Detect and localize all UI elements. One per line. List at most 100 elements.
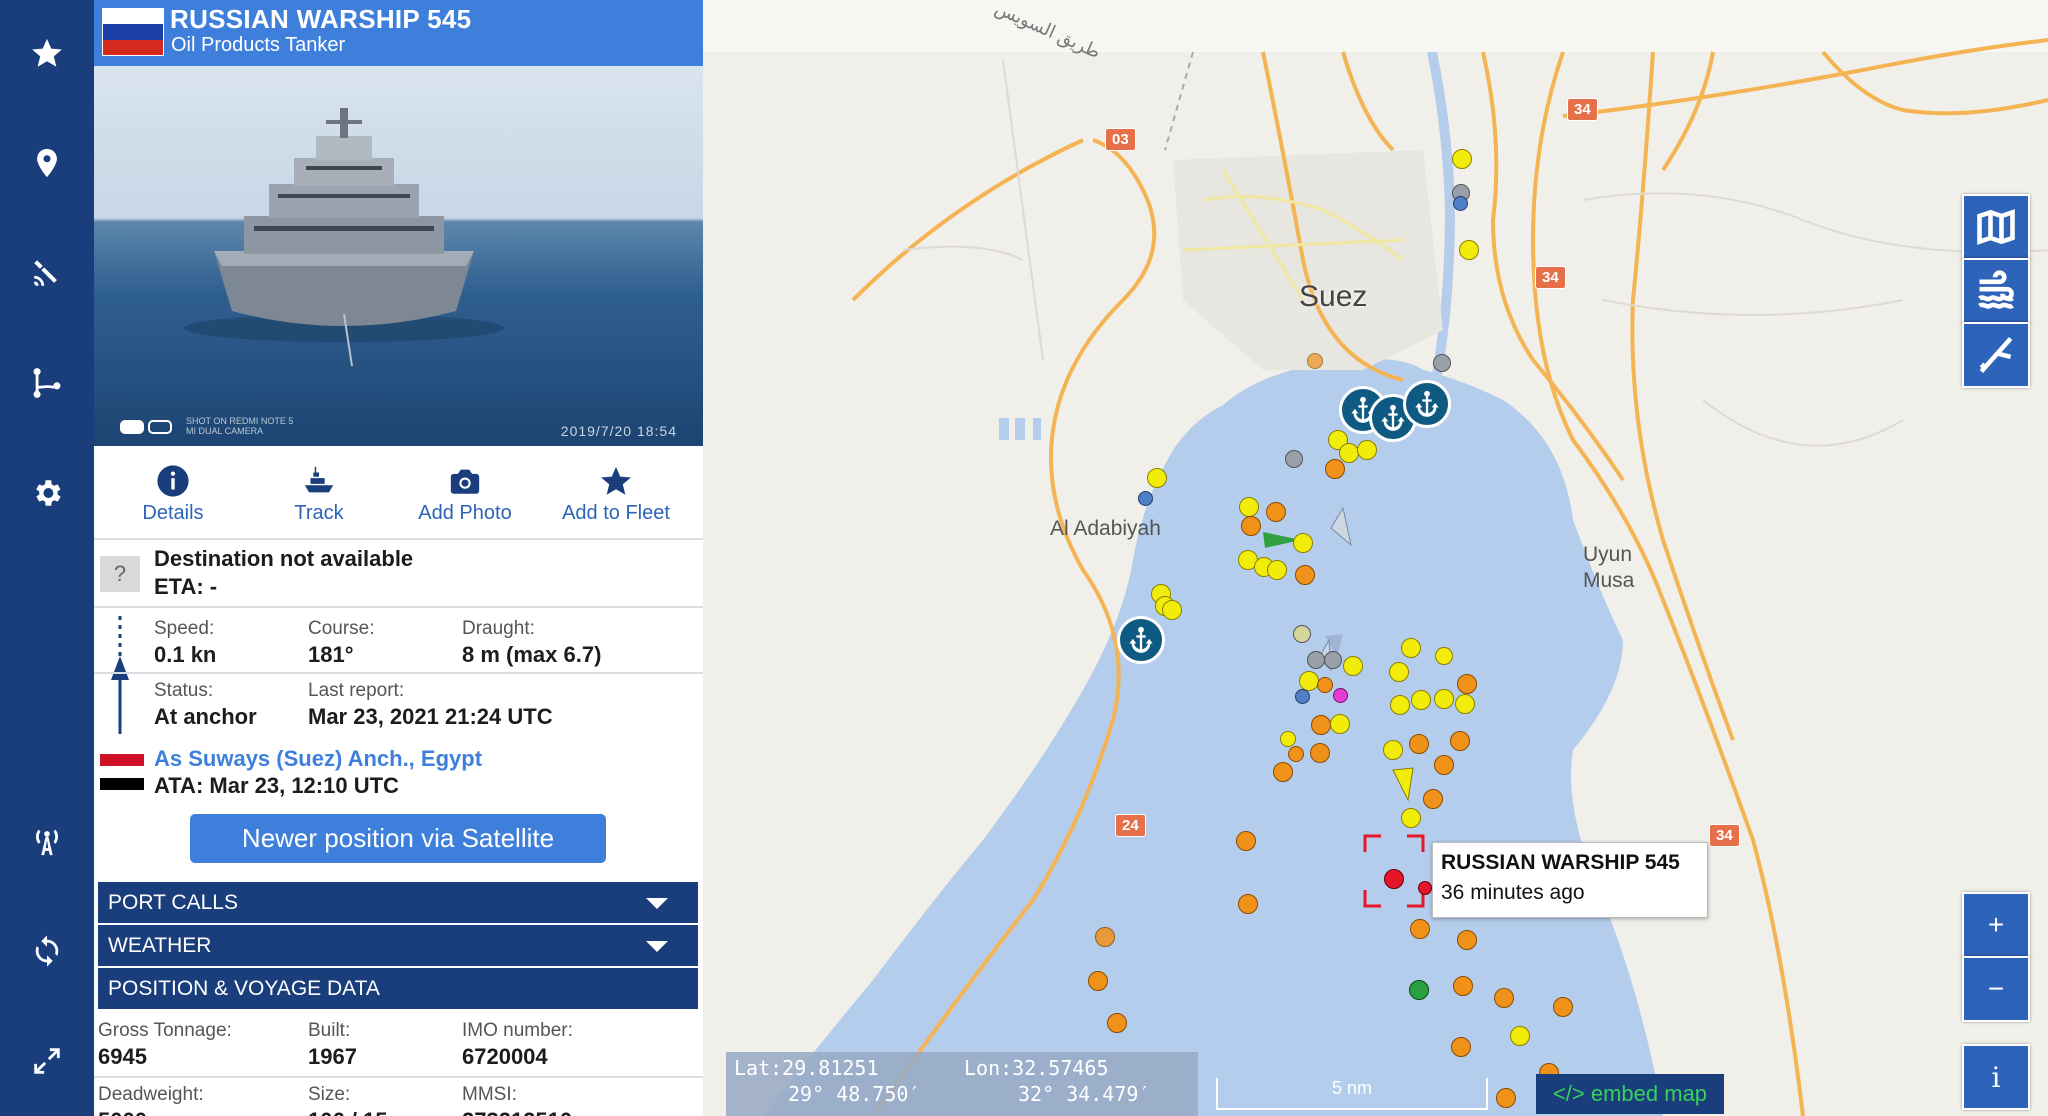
satellite-position-button[interactable]: Newer position via Satellite (190, 814, 606, 863)
embed-map-button[interactable]: </> embed map (1536, 1074, 1724, 1114)
vessel-marker[interactable] (1496, 1088, 1516, 1108)
vessel-marker[interactable] (1455, 694, 1475, 714)
anchorage-marker[interactable] (1117, 616, 1165, 664)
zoom-out-button[interactable]: − (1962, 956, 2030, 1022)
selected-vessel-marker[interactable] (1384, 869, 1404, 889)
vessel-marker[interactable] (1162, 600, 1182, 620)
vessel-marker[interactable] (1452, 149, 1472, 169)
settings-button[interactable] (0, 448, 94, 538)
vessel-marker[interactable] (1411, 690, 1431, 710)
vessel-marker[interactable] (1453, 976, 1473, 996)
favorites-button[interactable] (0, 8, 94, 98)
speed-course-row: Speed: 0.1 kn Course: 181° Draught: 8 m … (94, 606, 703, 674)
vessel-marker[interactable] (1239, 497, 1259, 517)
vessel-marker[interactable] (1095, 927, 1115, 947)
vessel-marker[interactable] (1423, 789, 1443, 809)
vessel-marker[interactable] (1343, 656, 1363, 676)
vessel-marker[interactable] (1457, 930, 1477, 950)
map-canvas[interactable]: 03 34 34 24 34 طريق السويس Suez Al Adabi… (703, 0, 2048, 1116)
vessel-marker[interactable] (1241, 516, 1261, 536)
vessel-marker[interactable] (1409, 734, 1429, 754)
vessel-marker[interactable] (1433, 354, 1451, 372)
map-info-button[interactable]: i (1962, 1044, 2030, 1110)
vessel-marker[interactable] (1273, 762, 1293, 782)
vessel-marker[interactable] (1138, 491, 1153, 506)
vessel-marker[interactable] (1434, 755, 1454, 775)
vessel-marker[interactable] (1333, 688, 1348, 703)
vessel-marker[interactable] (1293, 533, 1313, 553)
weather-label: WEATHER (108, 934, 212, 957)
star-icon (32, 38, 62, 67)
vessel-marker[interactable] (1389, 662, 1409, 682)
track-button[interactable]: Track (244, 464, 394, 525)
vessel-marker[interactable] (1299, 671, 1319, 691)
vessel-marker[interactable] (1409, 980, 1429, 1000)
refresh-button[interactable] (0, 906, 94, 996)
vessel-marker[interactable] (1435, 647, 1453, 665)
vessel-marker[interactable] (1510, 1026, 1530, 1046)
vessel-marker[interactable] (1383, 740, 1403, 760)
port-ata: ATA: Mar 23, 12:10 UTC (154, 773, 399, 798)
vessel-marker[interactable] (1307, 353, 1323, 369)
add-photo-button[interactable]: Add Photo (390, 464, 540, 525)
vessel-marker[interactable] (1401, 638, 1421, 658)
vessel-marker[interactable] (1147, 468, 1167, 488)
vessel-marker[interactable] (1324, 651, 1342, 669)
routes-button[interactable] (0, 338, 94, 428)
vessel-marker[interactable] (1450, 731, 1470, 751)
voyage-data-section[interactable]: POSITION & VOYAGE DATA (98, 968, 698, 1009)
fullscreen-button[interactable] (0, 1016, 94, 1106)
vessel-marker[interactable] (1459, 240, 1479, 260)
photo-pager[interactable] (120, 420, 176, 439)
vessel-marker[interactable] (1285, 450, 1303, 468)
vessel-marker[interactable] (1238, 894, 1258, 914)
map-layers-button[interactable] (1962, 194, 2030, 260)
gear-icon (36, 480, 61, 506)
weather-layer-button[interactable] (1962, 258, 2030, 324)
ais-receiver-button[interactable] (0, 796, 94, 886)
vessel-marker[interactable] (1390, 695, 1410, 715)
vessel-marker[interactable] (1307, 651, 1325, 669)
vessel-marker[interactable] (1280, 731, 1296, 747)
vessel-marker[interactable] (1310, 743, 1330, 763)
vessel-marker[interactable] (1494, 988, 1514, 1008)
vessel-marker[interactable] (1457, 674, 1477, 694)
refresh-icon (35, 935, 59, 967)
port-calls-section[interactable]: PORT CALLS (98, 882, 698, 923)
vessel-marker[interactable] (1317, 677, 1333, 693)
vessel-header: RUSSIAN WARSHIP 545 Oil Products Tanker (94, 0, 703, 66)
places-button[interactable] (0, 118, 94, 208)
measure-tool-button[interactable] (1962, 322, 2030, 388)
vessel-marker[interactable] (1339, 443, 1359, 463)
vessel-marker[interactable] (1311, 715, 1331, 735)
vessel-marker[interactable] (1293, 625, 1311, 643)
vessel-marker[interactable] (1295, 689, 1310, 704)
details-button[interactable]: Details (98, 464, 248, 525)
vessel-marker[interactable] (1288, 746, 1304, 762)
vessel-marker[interactable] (1434, 689, 1454, 709)
vessel-marker[interactable] (1453, 196, 1468, 211)
vessel-marker[interactable] (1266, 502, 1286, 522)
vessel-marker[interactable] (1088, 971, 1108, 991)
satellite-button[interactable] (0, 228, 94, 318)
vessel-marker[interactable] (1295, 565, 1315, 585)
vessel-marker[interactable] (1357, 440, 1377, 460)
chevron-down-icon (646, 898, 668, 909)
current-port-link[interactable]: As Suways (Suez) Anch., Egypt (154, 746, 482, 772)
vessel-marker[interactable] (1330, 714, 1350, 734)
vessel-marker[interactable] (1401, 808, 1421, 828)
add-to-fleet-button[interactable]: Add to Fleet (541, 464, 691, 525)
anchorage-marker[interactable] (1403, 380, 1451, 428)
vessel-marker[interactable] (1553, 997, 1573, 1017)
vessel-marker[interactable] (1451, 1037, 1471, 1057)
vessel-marker[interactable] (1325, 459, 1345, 479)
vessel-marker[interactable] (1236, 831, 1256, 851)
vessel-marker[interactable] (1267, 560, 1287, 580)
status-value: At anchor (154, 704, 257, 729)
zoom-in-button[interactable]: + (1962, 892, 2030, 958)
weather-section[interactable]: WEATHER (98, 925, 698, 966)
vessel-marker[interactable] (1107, 1013, 1127, 1033)
vessel-marker[interactable] (1418, 881, 1432, 895)
vessel-marker[interactable] (1410, 919, 1430, 939)
vessel-photo[interactable]: SHOT ON REDMI NOTE 5 MI DUAL CAMERA 2019… (94, 66, 703, 446)
